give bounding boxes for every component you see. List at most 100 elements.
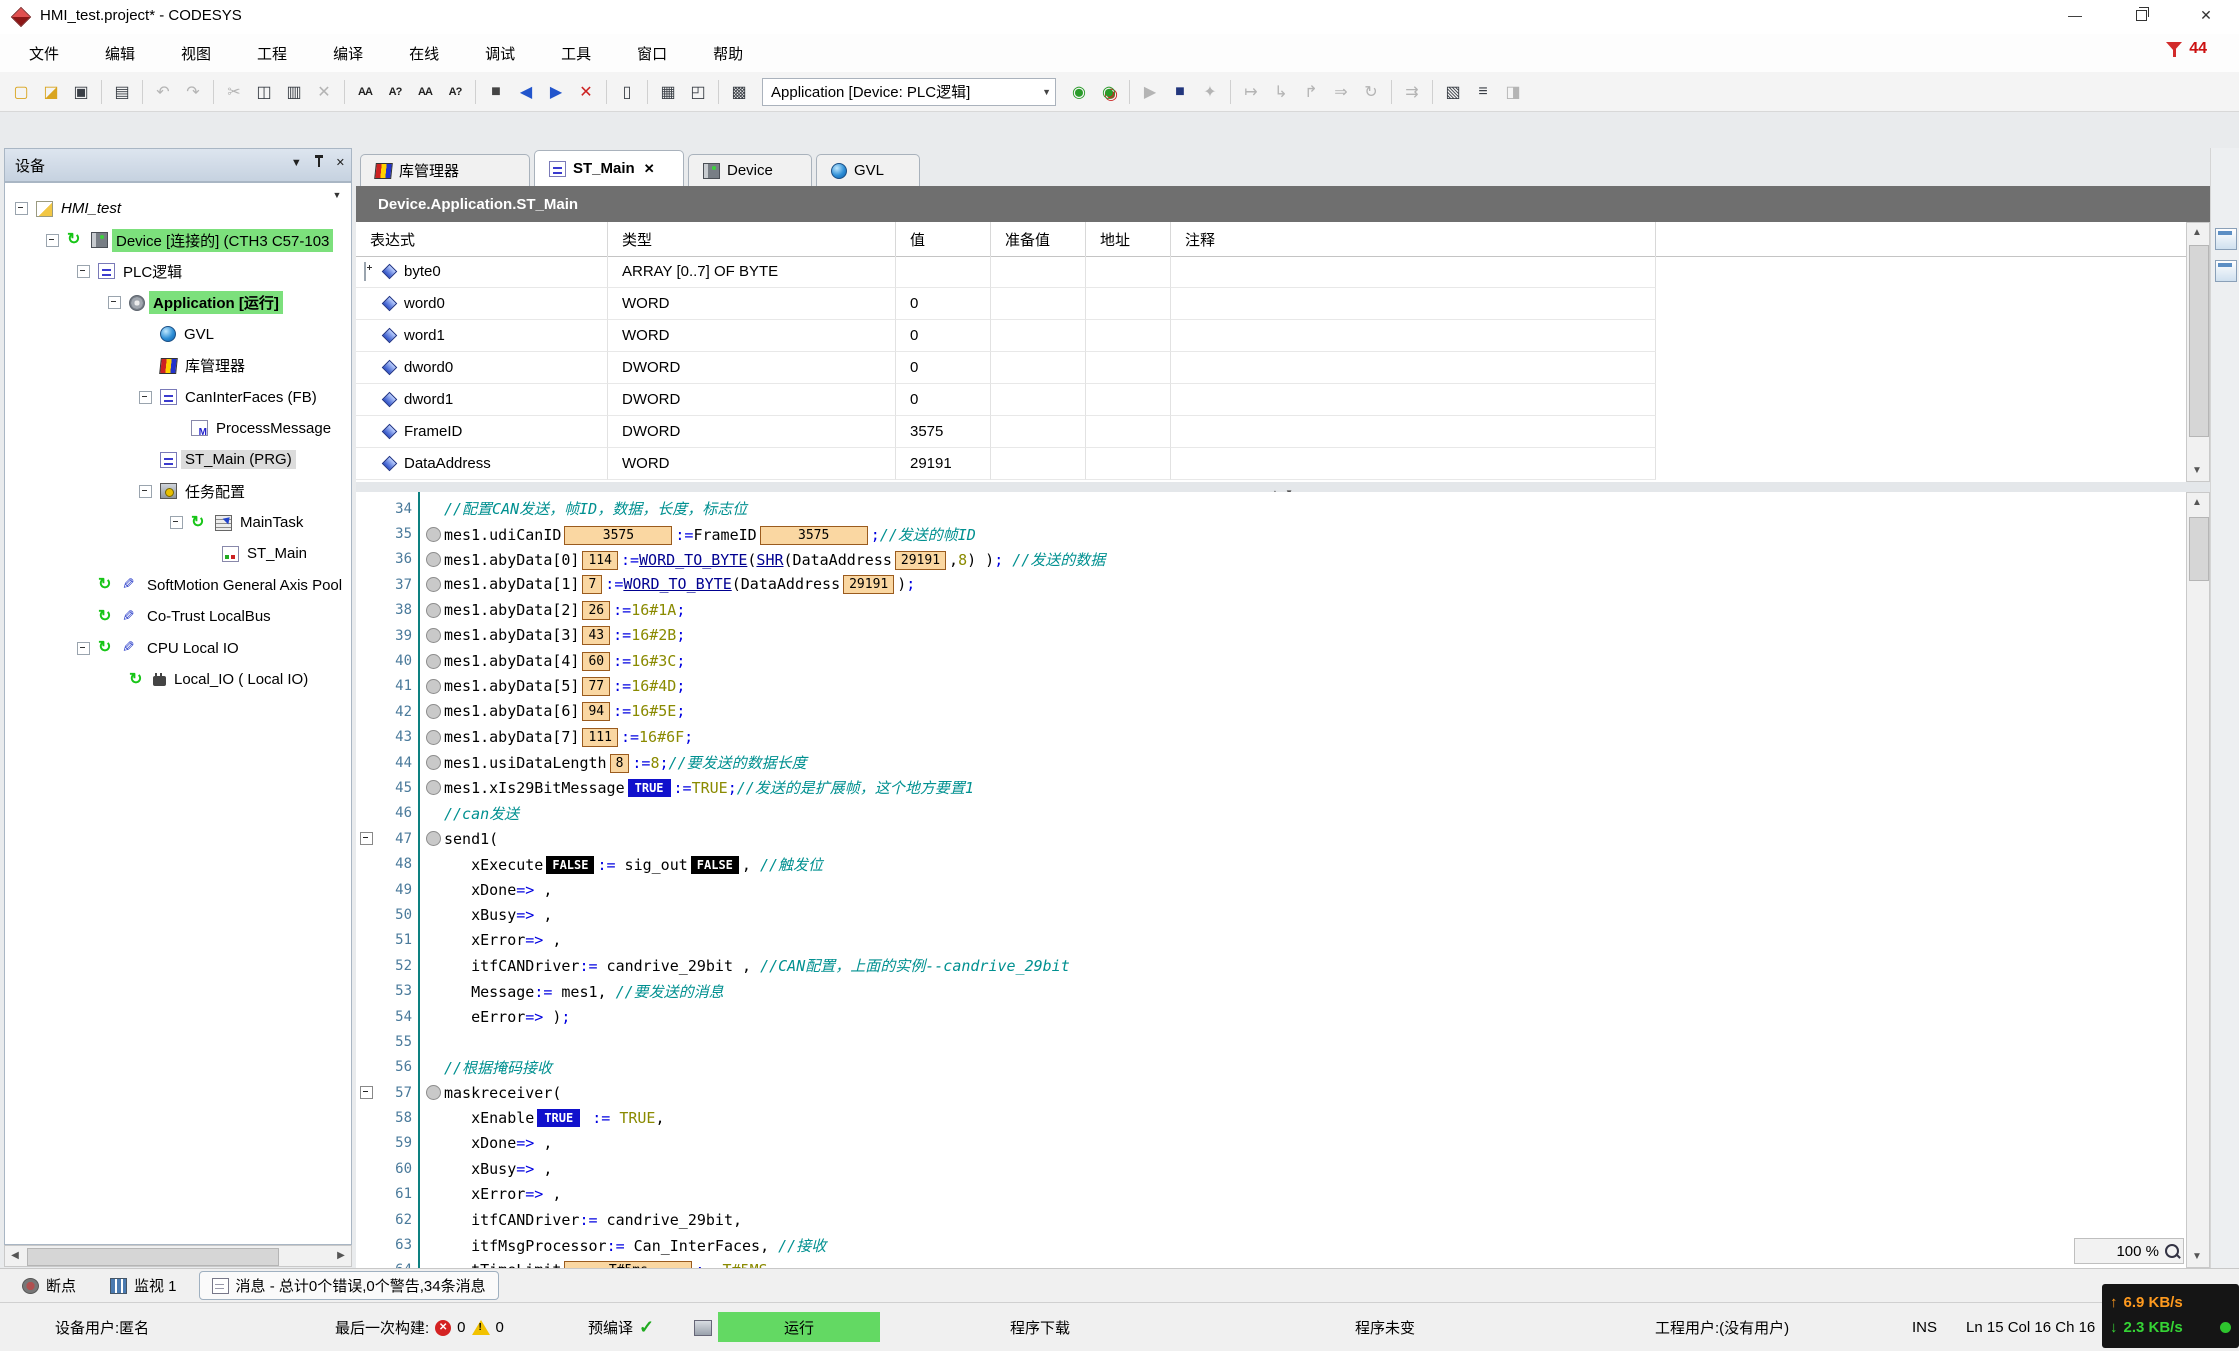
toolbar-next-bookmark-button[interactable]: ▶: [542, 78, 570, 106]
toolbar-new-file-button[interactable]: ▢: [7, 78, 35, 106]
tree-item-library-manager[interactable]: 库管理器: [5, 350, 352, 381]
toolbar-start-button[interactable]: ▶: [1136, 78, 1164, 106]
menu-item-工具[interactable]: 工具: [538, 37, 614, 70]
menu-item-视图[interactable]: 视图: [158, 37, 234, 70]
toolbar-reset-warm-button[interactable]: ↻: [1357, 78, 1385, 106]
active-application-combo[interactable]: Application [Device: PLC逻辑]▼: [762, 78, 1056, 106]
bottom-tab-messages[interactable]: 消息 - 总计0个错误,0个警告,34条消息: [199, 1271, 499, 1300]
tree-item-maintask[interactable]: ↻MainTask: [5, 507, 352, 538]
bottom-tab-breakpoints[interactable]: 断点: [10, 1272, 88, 1299]
row-expand-icon[interactable]: [364, 262, 366, 281]
tree-item-st-main-call[interactable]: ST_Main: [5, 538, 352, 569]
fold-collapse-icon[interactable]: [360, 832, 373, 845]
bottom-tab-watch-1[interactable]: 监视 1: [98, 1272, 189, 1299]
toolbar-clipboard-button[interactable]: ▯: [613, 78, 641, 106]
toolbar-stop-button[interactable]: ■: [1166, 78, 1194, 106]
toolbar-cut-button[interactable]: ✂: [220, 78, 248, 106]
column-header-地址[interactable]: 地址: [1086, 222, 1171, 256]
monitor-value-box[interactable]: 60: [582, 652, 610, 671]
monitor-value-box[interactable]: 29191: [895, 551, 946, 570]
menu-item-窗口[interactable]: 窗口: [614, 37, 690, 70]
monitor-value-box[interactable]: 7: [582, 575, 602, 594]
breakpoint-gutter[interactable]: [422, 730, 444, 745]
table-editor-splitter[interactable]: ▲ ▼: [356, 482, 2210, 492]
code-line-44[interactable]: 44mes1.usiDataLength8:=8;//要发送的数据长度: [356, 750, 2186, 775]
monitor-value-box[interactable]: 29191: [843, 575, 894, 594]
tab-device[interactable]: Device: [688, 154, 812, 186]
toolbar-replace-button[interactable]: A?: [381, 78, 409, 106]
breakpoint-gutter[interactable]: [422, 654, 444, 669]
tree-collapse-icon[interactable]: [170, 516, 183, 529]
code-line-63[interactable]: 63 itfMsgProcessor:= Can_InterFaces, //接…: [356, 1232, 2186, 1257]
toolbar-find-in-project-button[interactable]: AA: [411, 78, 439, 106]
monitor-value-box[interactable]: 26: [582, 601, 610, 620]
tree-item-device[interactable]: ↻Device [连接的] (CTH3 C57-103: [5, 224, 352, 255]
toolbar-login-button[interactable]: ◉: [1065, 78, 1093, 106]
toolbar-save-button[interactable]: ▣: [67, 78, 95, 106]
column-header-类型[interactable]: 类型: [608, 222, 896, 256]
code-line-60[interactable]: 60 xBusy=> ,: [356, 1156, 2186, 1181]
scroll-thumb[interactable]: [2189, 245, 2209, 437]
monitor-value-box[interactable]: 8: [610, 754, 630, 773]
fold-collapse-icon[interactable]: [360, 1086, 373, 1099]
table-row-word0[interactable]: word0WORD0: [356, 288, 1656, 320]
monitor-value-box[interactable]: 114: [582, 551, 617, 570]
dock-properties-icon[interactable]: [2215, 260, 2237, 282]
breakpoint-gutter[interactable]: [422, 780, 444, 795]
toolbar-logout-button[interactable]: ◉: [1095, 78, 1123, 106]
tab-library-manager[interactable]: 库管理器: [360, 154, 530, 186]
tree-collapse-icon[interactable]: [46, 234, 59, 247]
code-line-59[interactable]: 59 xDone=> ,: [356, 1131, 2186, 1156]
code-line-58[interactable]: 58 xEnableTRUE := TRUE,: [356, 1105, 2186, 1130]
code-line-47[interactable]: 47send1(: [356, 826, 2186, 851]
tree-collapse-icon[interactable]: [77, 265, 90, 278]
toolbar-undo-button[interactable]: ↶: [149, 78, 177, 106]
menu-item-调试[interactable]: 调试: [462, 37, 538, 70]
scroll-up-icon[interactable]: ▲: [2187, 223, 2207, 243]
menu-item-编辑[interactable]: 编辑: [82, 37, 158, 70]
menu-item-在线[interactable]: 在线: [386, 37, 462, 70]
tree-collapse-icon[interactable]: [139, 391, 152, 404]
toolbar-paste-button[interactable]: ▥: [280, 78, 308, 106]
code-line-62[interactable]: 62 itfCANDriver:= candrive_29bit,: [356, 1207, 2186, 1232]
table-row-DataAddress[interactable]: DataAddressWORD29191: [356, 448, 1656, 480]
st-code-editor[interactable]: 34//配置CAN发送，帧ID，数据，长度，标志位35mes1.udiCanID…: [356, 492, 2186, 1268]
panel-close-icon[interactable]: ✕: [336, 156, 345, 169]
code-line-52[interactable]: 52 itfCANDriver:= candrive_29bit , //CAN…: [356, 953, 2186, 978]
notification-area[interactable]: 44: [2165, 40, 2207, 58]
table-row-word1[interactable]: word1WORD0: [356, 320, 1656, 352]
toolbar-open-project-button[interactable]: ◪: [37, 78, 65, 106]
scroll-right-icon[interactable]: ▶: [331, 1246, 351, 1266]
code-line-36[interactable]: 36mes1.abyData[0]114:=WORD_TO_BYTE(SHR(D…: [356, 547, 2186, 572]
monitor-value-box[interactable]: 3575: [760, 526, 868, 545]
table-row-dword0[interactable]: dword0DWORD0: [356, 352, 1656, 384]
tree-item-cpu-local-io[interactable]: ↻CPU Local IO: [5, 632, 352, 663]
toolbar-step-over-button[interactable]: ↦: [1237, 78, 1265, 106]
code-line-34[interactable]: 34//配置CAN发送，帧ID，数据，长度，标志位: [356, 496, 2186, 521]
tree-item-local-io[interactable]: ↻Local_IO ( Local IO): [5, 664, 352, 695]
chevron-down-icon[interactable]: ▼: [1042, 87, 1051, 97]
close-tab-icon[interactable]: ✕: [644, 161, 655, 177]
watch-table-scrollbar[interactable]: ▲ ▼: [2186, 222, 2210, 482]
breakpoint-gutter[interactable]: [422, 755, 444, 770]
code-line-39[interactable]: 39mes1.abyData[3]43:=16#2B;: [356, 623, 2186, 648]
monitor-value-box[interactable]: T#5ms: [564, 1261, 692, 1268]
code-line-48[interactable]: 48 xExecuteFALSE:= sig_outFALSE, //触发位: [356, 851, 2186, 876]
code-line-53[interactable]: 53 Message:= mes1, //要发送的消息: [356, 978, 2186, 1003]
scroll-thumb[interactable]: [27, 1248, 279, 1266]
breakpoint-gutter[interactable]: [422, 603, 444, 618]
scroll-up-icon[interactable]: ▲: [2187, 493, 2207, 513]
monitor-value-box[interactable]: 111: [582, 728, 617, 747]
tree-item-application[interactable]: Application [运行]: [5, 287, 352, 318]
table-row-FrameID[interactable]: FrameIDDWORD3575: [356, 416, 1656, 448]
monitor-true-box[interactable]: TRUE: [537, 1109, 580, 1127]
toolbar-print-button[interactable]: ▤: [108, 78, 136, 106]
monitor-true-box[interactable]: TRUE: [628, 779, 671, 797]
menu-item-文件[interactable]: 文件: [6, 37, 82, 70]
breakpoint-gutter[interactable]: [422, 1085, 444, 1100]
tree-collapse-icon[interactable]: [77, 642, 90, 655]
tree-item-softmotion-general-axis-pool[interactable]: ↻SoftMotion General Axis Pool: [5, 570, 352, 601]
toolbar-properties-button[interactable]: ◨: [1499, 78, 1527, 106]
tree-item-plc-logic[interactable]: PLC逻辑: [5, 256, 352, 287]
tree-item-caninterfaces[interactable]: CanInterFaces (FB): [5, 381, 352, 412]
